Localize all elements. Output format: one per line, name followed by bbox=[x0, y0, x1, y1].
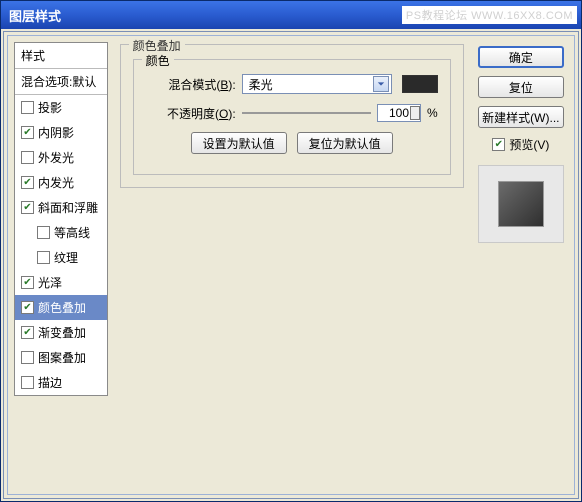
opacity-unit: % bbox=[427, 106, 438, 120]
reset-default-button[interactable]: 复位为默认值 bbox=[297, 132, 393, 154]
dialog-inner: 样式 混合选项:默认 投影 ✔ 内阴影外发光 ✔ 内发光 ✔ 斜面和浮雕等高线纹理 ✔ 光泽 ✔ 颜… bbox=[7, 35, 575, 495]
opacity-label: 不透明度(O): bbox=[146, 105, 236, 122]
sidebar-item-8[interactable]: ✔ 颜色叠加 bbox=[15, 295, 107, 320]
reset-button[interactable]: 复位 bbox=[478, 76, 564, 98]
blend-mode-row: 混合模式(B): 柔光 bbox=[146, 74, 438, 94]
chevron-down-icon bbox=[373, 76, 389, 92]
preview-swatch bbox=[498, 181, 544, 227]
preview-label: 预览(V) bbox=[509, 136, 549, 153]
sidebar-item-2[interactable]: 外发光 bbox=[15, 145, 107, 170]
sidebar-checkbox[interactable] bbox=[21, 151, 34, 164]
sidebar-checkbox[interactable] bbox=[37, 226, 50, 239]
sidebar-item-label: 颜色叠加 bbox=[38, 299, 86, 316]
sidebar-item-label: 渐变叠加 bbox=[38, 324, 86, 341]
sidebar-item-label: 图案叠加 bbox=[38, 349, 86, 366]
sidebar-item-label: 光泽 bbox=[38, 274, 62, 291]
layer-style-dialog: 图层样式 PS教程论坛 WWW.16XX8.COM 样式 混合选项:默认 投影 ✔… bbox=[0, 0, 582, 502]
styles-sidebar: 样式 混合选项:默认 投影 ✔ 内阴影外发光 ✔ 内发光 ✔ 斜面和浮雕等高线纹理 ✔ 光泽 ✔ 颜… bbox=[8, 36, 114, 494]
sidebar-item-1[interactable]: ✔ 内阴影 bbox=[15, 120, 107, 145]
sidebar-item-label: 纹理 bbox=[54, 249, 78, 266]
sidebar-checkbox[interactable]: ✔ bbox=[21, 276, 34, 289]
slider-thumb[interactable] bbox=[410, 106, 420, 120]
sidebar-item-4[interactable]: ✔ 斜面和浮雕 bbox=[15, 195, 107, 220]
make-default-button[interactable]: 设置为默认值 bbox=[191, 132, 287, 154]
styles-list: 样式 混合选项:默认 投影 ✔ 内阴影外发光 ✔ 内发光 ✔ 斜面和浮雕等高线纹理 ✔ 光泽 ✔ 颜… bbox=[14, 42, 108, 396]
sidebar-item-label: 内阴影 bbox=[38, 124, 74, 141]
sidebar-checkbox[interactable]: ✔ bbox=[21, 301, 34, 314]
opacity-row: 不透明度(O): 100 % bbox=[146, 104, 438, 122]
slider-track bbox=[242, 112, 371, 114]
sidebar-item-9[interactable]: ✔ 渐变叠加 bbox=[15, 320, 107, 345]
titlebar[interactable]: 图层样式 PS教程论坛 WWW.16XX8.COM bbox=[1, 1, 581, 29]
sidebar-item-label: 内发光 bbox=[38, 174, 74, 191]
preview-area bbox=[478, 165, 564, 243]
default-buttons-row: 设置为默认值 复位为默认值 bbox=[146, 132, 438, 154]
main-panel: 颜色叠加 颜色 混合模式(B): 柔光 bbox=[114, 36, 474, 494]
opacity-slider[interactable] bbox=[242, 104, 371, 122]
color-swatch[interactable] bbox=[402, 75, 438, 93]
sidebar-checkbox[interactable]: ✔ bbox=[21, 176, 34, 189]
subgroup-title: 颜色 bbox=[142, 52, 174, 69]
preview-toggle[interactable]: ✔ 预览(V) bbox=[478, 136, 564, 153]
sidebar-item-label: 斜面和浮雕 bbox=[38, 199, 98, 216]
sidebar-item-3[interactable]: ✔ 内发光 bbox=[15, 170, 107, 195]
preview-checkbox[interactable]: ✔ bbox=[492, 138, 505, 151]
sidebar-checkbox[interactable] bbox=[21, 101, 34, 114]
color-overlay-group: 颜色叠加 颜色 混合模式(B): 柔光 bbox=[120, 44, 464, 188]
sidebar-item-label: 投影 bbox=[38, 99, 62, 116]
sidebar-checkbox[interactable]: ✔ bbox=[21, 326, 34, 339]
sidebar-item-label: 等高线 bbox=[54, 224, 90, 241]
sidebar-checkbox[interactable] bbox=[21, 351, 34, 364]
sidebar-checkbox[interactable]: ✔ bbox=[21, 201, 34, 214]
blend-mode-label: 混合模式(B): bbox=[146, 76, 236, 93]
dialog-body: 样式 混合选项:默认 投影 ✔ 内阴影外发光 ✔ 内发光 ✔ 斜面和浮雕等高线纹理 ✔ 光泽 ✔ 颜… bbox=[3, 31, 579, 499]
sidebar-item-label: 描边 bbox=[38, 374, 62, 391]
blend-mode-value: 柔光 bbox=[249, 76, 273, 93]
ok-button[interactable]: 确定 bbox=[478, 46, 564, 68]
sidebar-item-11[interactable]: 描边 bbox=[15, 370, 107, 395]
sidebar-item-10[interactable]: 图案叠加 bbox=[15, 345, 107, 370]
window-title: 图层样式 bbox=[9, 6, 61, 25]
watermark: PS教程论坛 WWW.16XX8.COM bbox=[402, 6, 577, 24]
sidebar-item-6[interactable]: 纹理 bbox=[15, 245, 107, 270]
right-column: 确定 复位 新建样式(W)... ✔ 预览(V) bbox=[474, 36, 574, 494]
new-style-button[interactable]: 新建样式(W)... bbox=[478, 106, 564, 128]
sidebar-item-5[interactable]: 等高线 bbox=[15, 220, 107, 245]
sidebar-blending-options[interactable]: 混合选项:默认 bbox=[15, 69, 107, 95]
blend-mode-select[interactable]: 柔光 bbox=[242, 74, 392, 94]
sidebar-header[interactable]: 样式 bbox=[15, 43, 107, 69]
color-subgroup: 颜色 混合模式(B): 柔光 不透 bbox=[133, 59, 451, 175]
sidebar-item-label: 外发光 bbox=[38, 149, 74, 166]
sidebar-checkbox[interactable] bbox=[37, 251, 50, 264]
sidebar-item-0[interactable]: 投影 bbox=[15, 95, 107, 120]
sidebar-checkbox[interactable]: ✔ bbox=[21, 126, 34, 139]
sidebar-item-7[interactable]: ✔ 光泽 bbox=[15, 270, 107, 295]
sidebar-checkbox[interactable] bbox=[21, 376, 34, 389]
